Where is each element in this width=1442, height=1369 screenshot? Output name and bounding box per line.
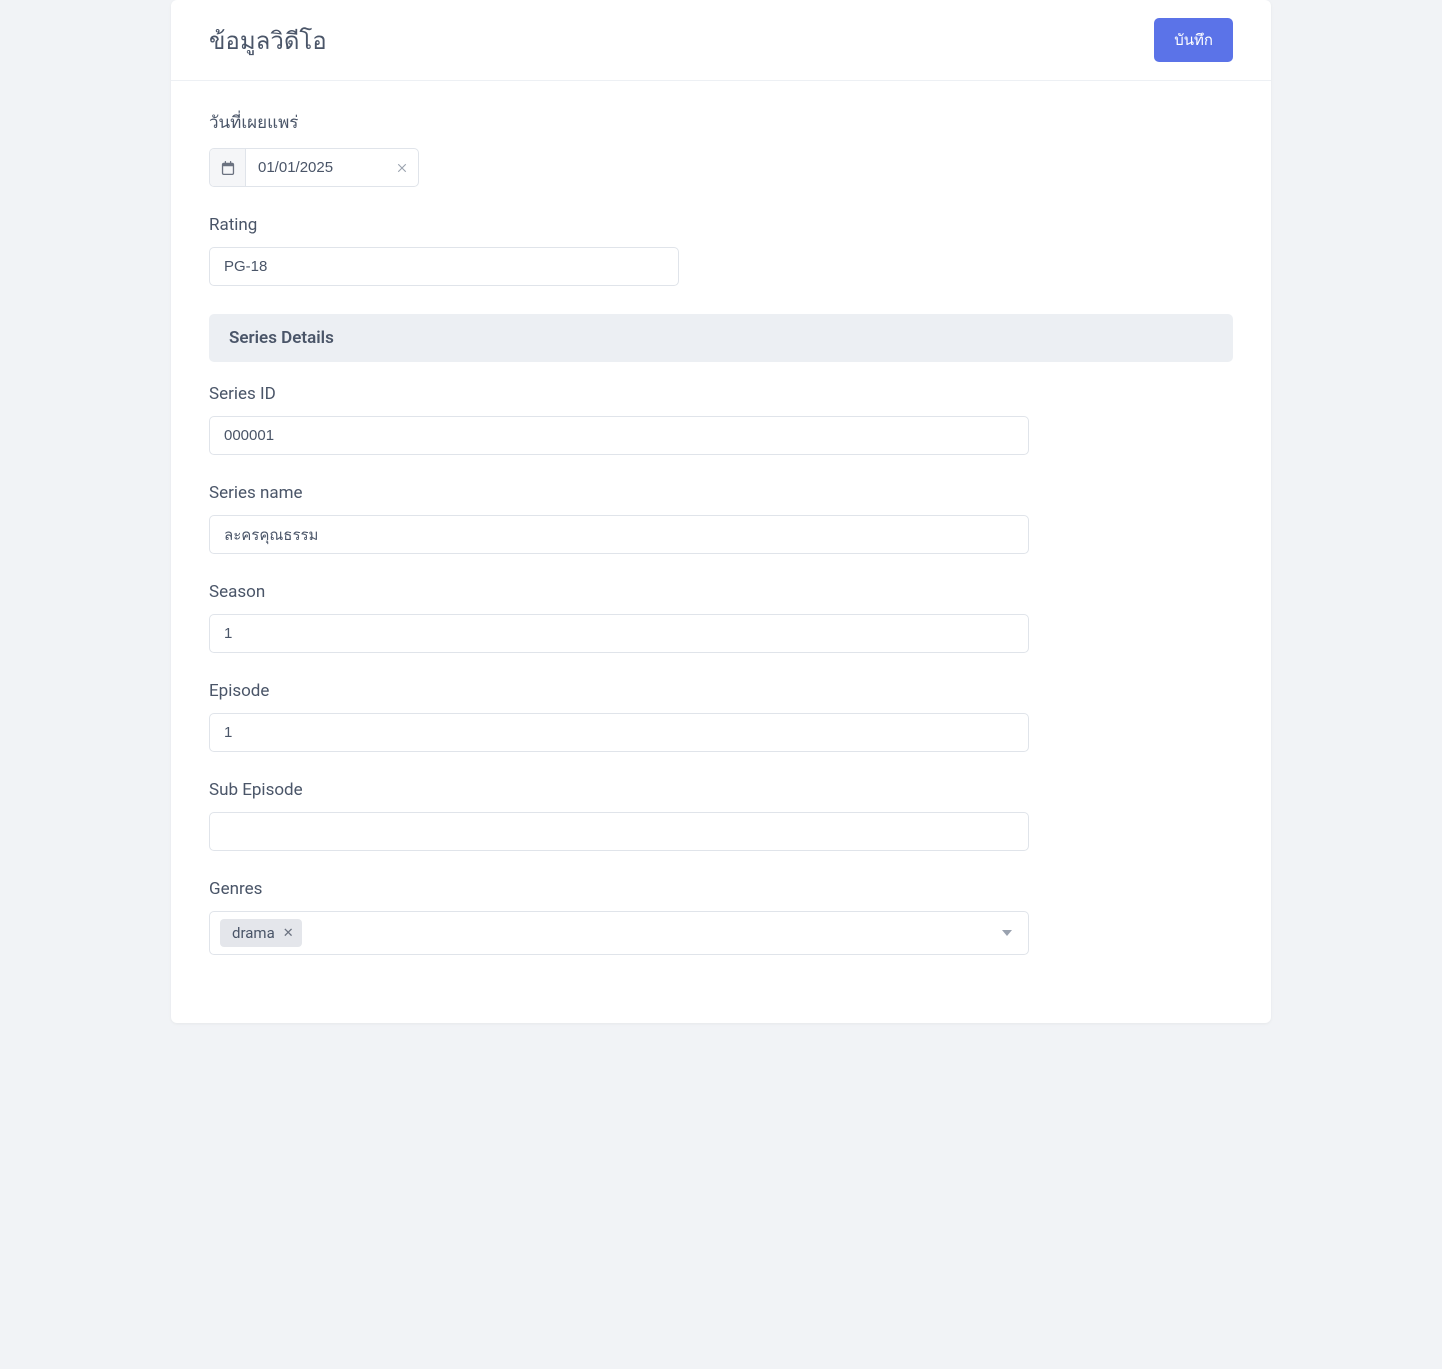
date-input-group xyxy=(209,148,419,187)
series-id-group: Series ID xyxy=(209,384,1029,455)
genres-select[interactable]: drama ✕ xyxy=(209,911,1029,955)
rating-group: Rating xyxy=(209,215,679,286)
page-title: ข้อมูลวิดีโอ xyxy=(209,21,327,60)
series-name-group: Series name xyxy=(209,483,1029,554)
genres-label: Genres xyxy=(209,879,1029,899)
publish-date-label: วันที่เผยแพร่ xyxy=(209,109,1233,136)
video-info-card: ข้อมูลวิดีโอ บันทึก วันที่เผยแพร่ Rating… xyxy=(171,0,1271,1023)
rating-label: Rating xyxy=(209,215,679,235)
sub-episode-label: Sub Episode xyxy=(209,780,1029,800)
sub-episode-group: Sub Episode xyxy=(209,780,1029,851)
clear-date-button[interactable] xyxy=(386,149,418,186)
genre-tag: drama ✕ xyxy=(220,919,302,947)
season-input[interactable] xyxy=(209,614,1029,653)
publish-date-input[interactable] xyxy=(246,149,386,186)
episode-input[interactable] xyxy=(209,713,1029,752)
episode-group: Episode xyxy=(209,681,1029,752)
genres-group: Genres drama ✕ xyxy=(209,879,1029,955)
close-icon xyxy=(396,162,408,174)
series-id-input[interactable] xyxy=(209,416,1029,455)
genres-tag-list: drama ✕ xyxy=(220,919,302,947)
chevron-down-icon xyxy=(996,930,1018,936)
rating-input[interactable] xyxy=(209,247,679,286)
season-label: Season xyxy=(209,582,1029,602)
series-id-label: Series ID xyxy=(209,384,1029,404)
remove-tag-button[interactable]: ✕ xyxy=(283,927,294,940)
episode-label: Episode xyxy=(209,681,1029,701)
series-name-label: Series name xyxy=(209,483,1029,503)
publish-date-group: วันที่เผยแพร่ xyxy=(209,109,1233,187)
series-details-heading: Series Details xyxy=(209,314,1233,362)
calendar-icon xyxy=(210,149,246,186)
save-button[interactable]: บันทึก xyxy=(1154,18,1233,62)
card-header: ข้อมูลวิดีโอ บันทึก xyxy=(171,0,1271,81)
sub-episode-input[interactable] xyxy=(209,812,1029,851)
card-body: วันที่เผยแพร่ Rating Series Details Seri… xyxy=(171,81,1271,1023)
series-name-input[interactable] xyxy=(209,515,1029,554)
season-group: Season xyxy=(209,582,1029,653)
genre-tag-label: drama xyxy=(232,924,275,942)
